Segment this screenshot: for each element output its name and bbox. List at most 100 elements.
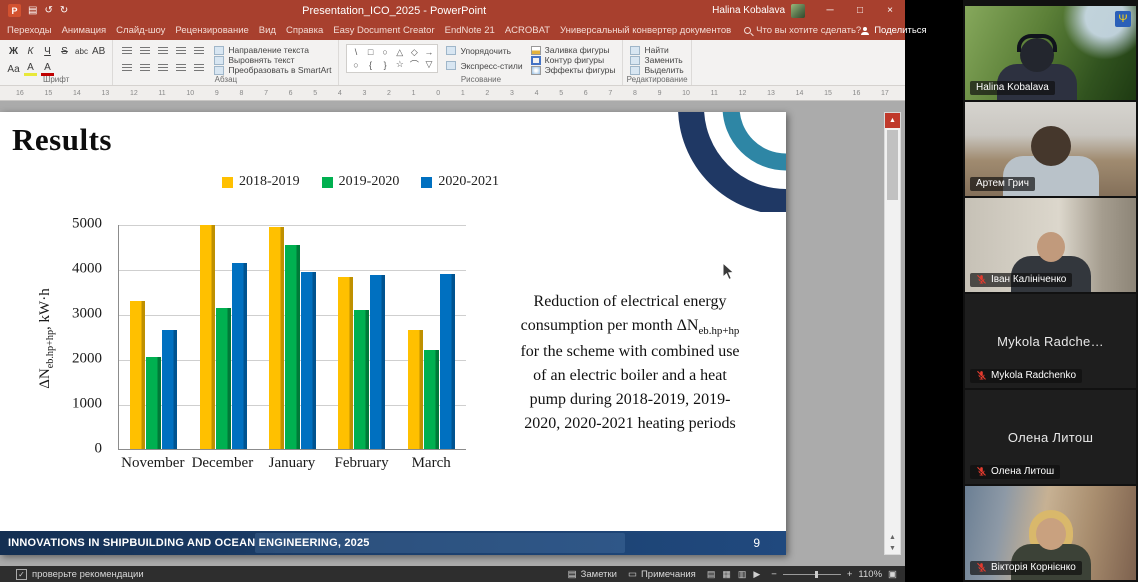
powerpoint-app-icon[interactable]: P [8,4,21,17]
ruler[interactable]: 1615141312111098765432101234567891011121… [0,86,905,101]
bar-2018-2019[interactable] [408,330,423,449]
bar-2020-2021[interactable] [232,263,247,449]
spellcheck-icon[interactable]: ✓ [16,569,27,580]
indent-decrease-icon[interactable] [156,44,170,57]
shapes-gallery[interactable]: \□○△◇→ ○{}☆⌒▽ [346,44,438,73]
select-button[interactable]: Выделить [630,65,683,75]
ribbon-tab[interactable]: Рецензирование [170,25,253,36]
slideshow-button[interactable]: ▶ [753,569,760,580]
previous-slide-button[interactable]: ▲ [889,534,896,541]
ribbon-tab[interactable]: Переходы [2,25,57,36]
shape-icon[interactable]: △ [393,46,406,58]
align-left-icon[interactable] [120,61,134,74]
align-text-button[interactable]: Выровнять текст [214,55,331,65]
find-button[interactable]: Найти [630,45,683,55]
shape-icon[interactable]: { [364,59,377,71]
replace-button[interactable]: Заменить [630,55,683,65]
shape-icon[interactable]: ○ [349,59,362,71]
bullets-icon[interactable] [120,44,134,57]
zoom-level[interactable]: 110% [858,569,882,580]
shape-icon[interactable]: ◇ [408,46,421,58]
comments-button[interactable]: ▭ Примечания [628,569,696,580]
shape-outline-button[interactable]: Контур фигуры [531,55,616,65]
participant-tile[interactable]: Вікторія Корнієнко [965,486,1136,580]
account-avatar[interactable] [791,4,805,18]
editing-group-label[interactable]: Редактирование [623,75,690,84]
shape-icon[interactable]: ○ [379,46,392,58]
bold-button[interactable]: Ж [7,44,20,58]
participant-tile[interactable]: Іван Калініченко [965,198,1136,292]
minimize-button[interactable]: ─ [815,0,845,21]
redo-icon[interactable]: ↻ [60,5,68,16]
slide-sorter-button[interactable]: ▦ [722,569,731,580]
shape-fill-button[interactable]: Заливка фигуры [531,45,616,55]
drawing-group-label[interactable]: Рисование [339,75,622,84]
quick-styles-button[interactable]: Экспресс-стили [446,60,522,71]
highlight-color-button[interactable]: А [24,62,37,76]
bar-2020-2021[interactable] [370,275,385,449]
bar-2019-2020[interactable] [285,245,300,449]
participant-tile[interactable]: Олена ЛитошОлена Литош [965,390,1136,484]
strikethrough-button[interactable]: S [58,44,71,58]
shape-icon[interactable]: ▽ [422,59,435,71]
bar-2018-2019[interactable] [269,227,284,449]
columns-icon[interactable] [192,61,206,74]
bar-2018-2019[interactable] [338,277,353,449]
shape-icon[interactable]: } [379,59,392,71]
shape-icon[interactable]: ☆ [393,59,406,71]
fit-slide-button[interactable]: ▣ [888,569,897,580]
ribbon-tab[interactable]: ACROBAT [500,25,555,36]
scroll-up-button[interactable]: ▲ [885,113,900,128]
account-name[interactable]: Halina Kobalava [712,5,785,16]
vertical-scrollbar[interactable]: ▲ ▲ ▼ [884,112,901,555]
ribbon-tab[interactable]: Универсальный конвертер документов [555,25,736,36]
convert-smartart-button[interactable]: Преобразовать в SmartArt [214,65,331,75]
share-button[interactable]: Поделиться [861,25,926,36]
restore-button[interactable]: □ [845,0,875,21]
ribbon-tab[interactable]: Easy Document Creator [328,25,439,36]
shape-effects-button[interactable]: Эффекты фигуры [531,65,616,75]
indent-increase-icon[interactable] [174,44,188,57]
align-right-icon[interactable] [156,61,170,74]
bar-2020-2021[interactable] [440,274,455,449]
ribbon-tab[interactable]: Слайд-шоу [111,25,170,36]
next-slide-button[interactable]: ▼ [889,545,896,552]
underline-button[interactable]: Ч [41,44,54,58]
notes-button[interactable]: ▤ Заметки [568,569,617,580]
ribbon-tab[interactable]: EndNote 21 [440,25,500,36]
slide-text-block[interactable]: Reduction of electrical energy consumpti… [514,290,746,436]
participant-tile[interactable]: Mykola Radche…Mykola Radchenko [965,294,1136,388]
ribbon-tab[interactable]: Вид [254,25,281,36]
shape-icon[interactable]: → [422,46,435,58]
bar-2019-2020[interactable] [146,357,161,449]
character-spacing-button[interactable]: АВ [92,44,105,58]
font-group-label[interactable]: Шрифт [0,75,112,84]
italic-button[interactable]: К [24,44,37,58]
chart[interactable]: ΔNeb.hp+hp, kW·h 010002000300040005000 N… [30,217,500,492]
change-case-button[interactable]: Аа [7,62,20,76]
clear-formatting-button[interactable]: abc [75,44,88,58]
normal-view-button[interactable]: ▤ [707,569,716,580]
slide[interactable]: Results 2018-20192019-20202020-2021 ΔNeb… [0,112,786,555]
participant-tile[interactable]: Артем Грич [965,102,1136,196]
bar-2018-2019[interactable] [200,225,215,449]
scrollbar-thumb[interactable] [887,130,898,200]
slide-title[interactable]: Results [12,122,112,158]
save-icon[interactable]: ▤ [28,5,37,16]
bar-2020-2021[interactable] [301,272,316,449]
zoom-out-button[interactable]: − [771,569,777,580]
paragraph-group-label[interactable]: Абзац [113,75,338,84]
justify-icon[interactable] [174,61,188,74]
bar-2019-2020[interactable] [424,350,439,449]
close-button[interactable]: × [875,0,905,21]
font-color-button[interactable]: А [41,62,54,76]
zoom-slider-knob[interactable] [815,571,818,578]
reading-view-button[interactable]: ▥ [738,569,747,580]
text-direction-button[interactable]: Направление текста [214,45,331,55]
numbering-icon[interactable] [138,44,152,57]
spellcheck-text[interactable]: проверьте рекомендации [32,569,144,580]
align-center-icon[interactable] [138,61,152,74]
participant-tile[interactable]: ΨHalina Kobalava [965,6,1136,100]
bar-2020-2021[interactable] [162,330,177,449]
tell-me-search[interactable]: Что вы хотите сделать? [744,25,861,36]
